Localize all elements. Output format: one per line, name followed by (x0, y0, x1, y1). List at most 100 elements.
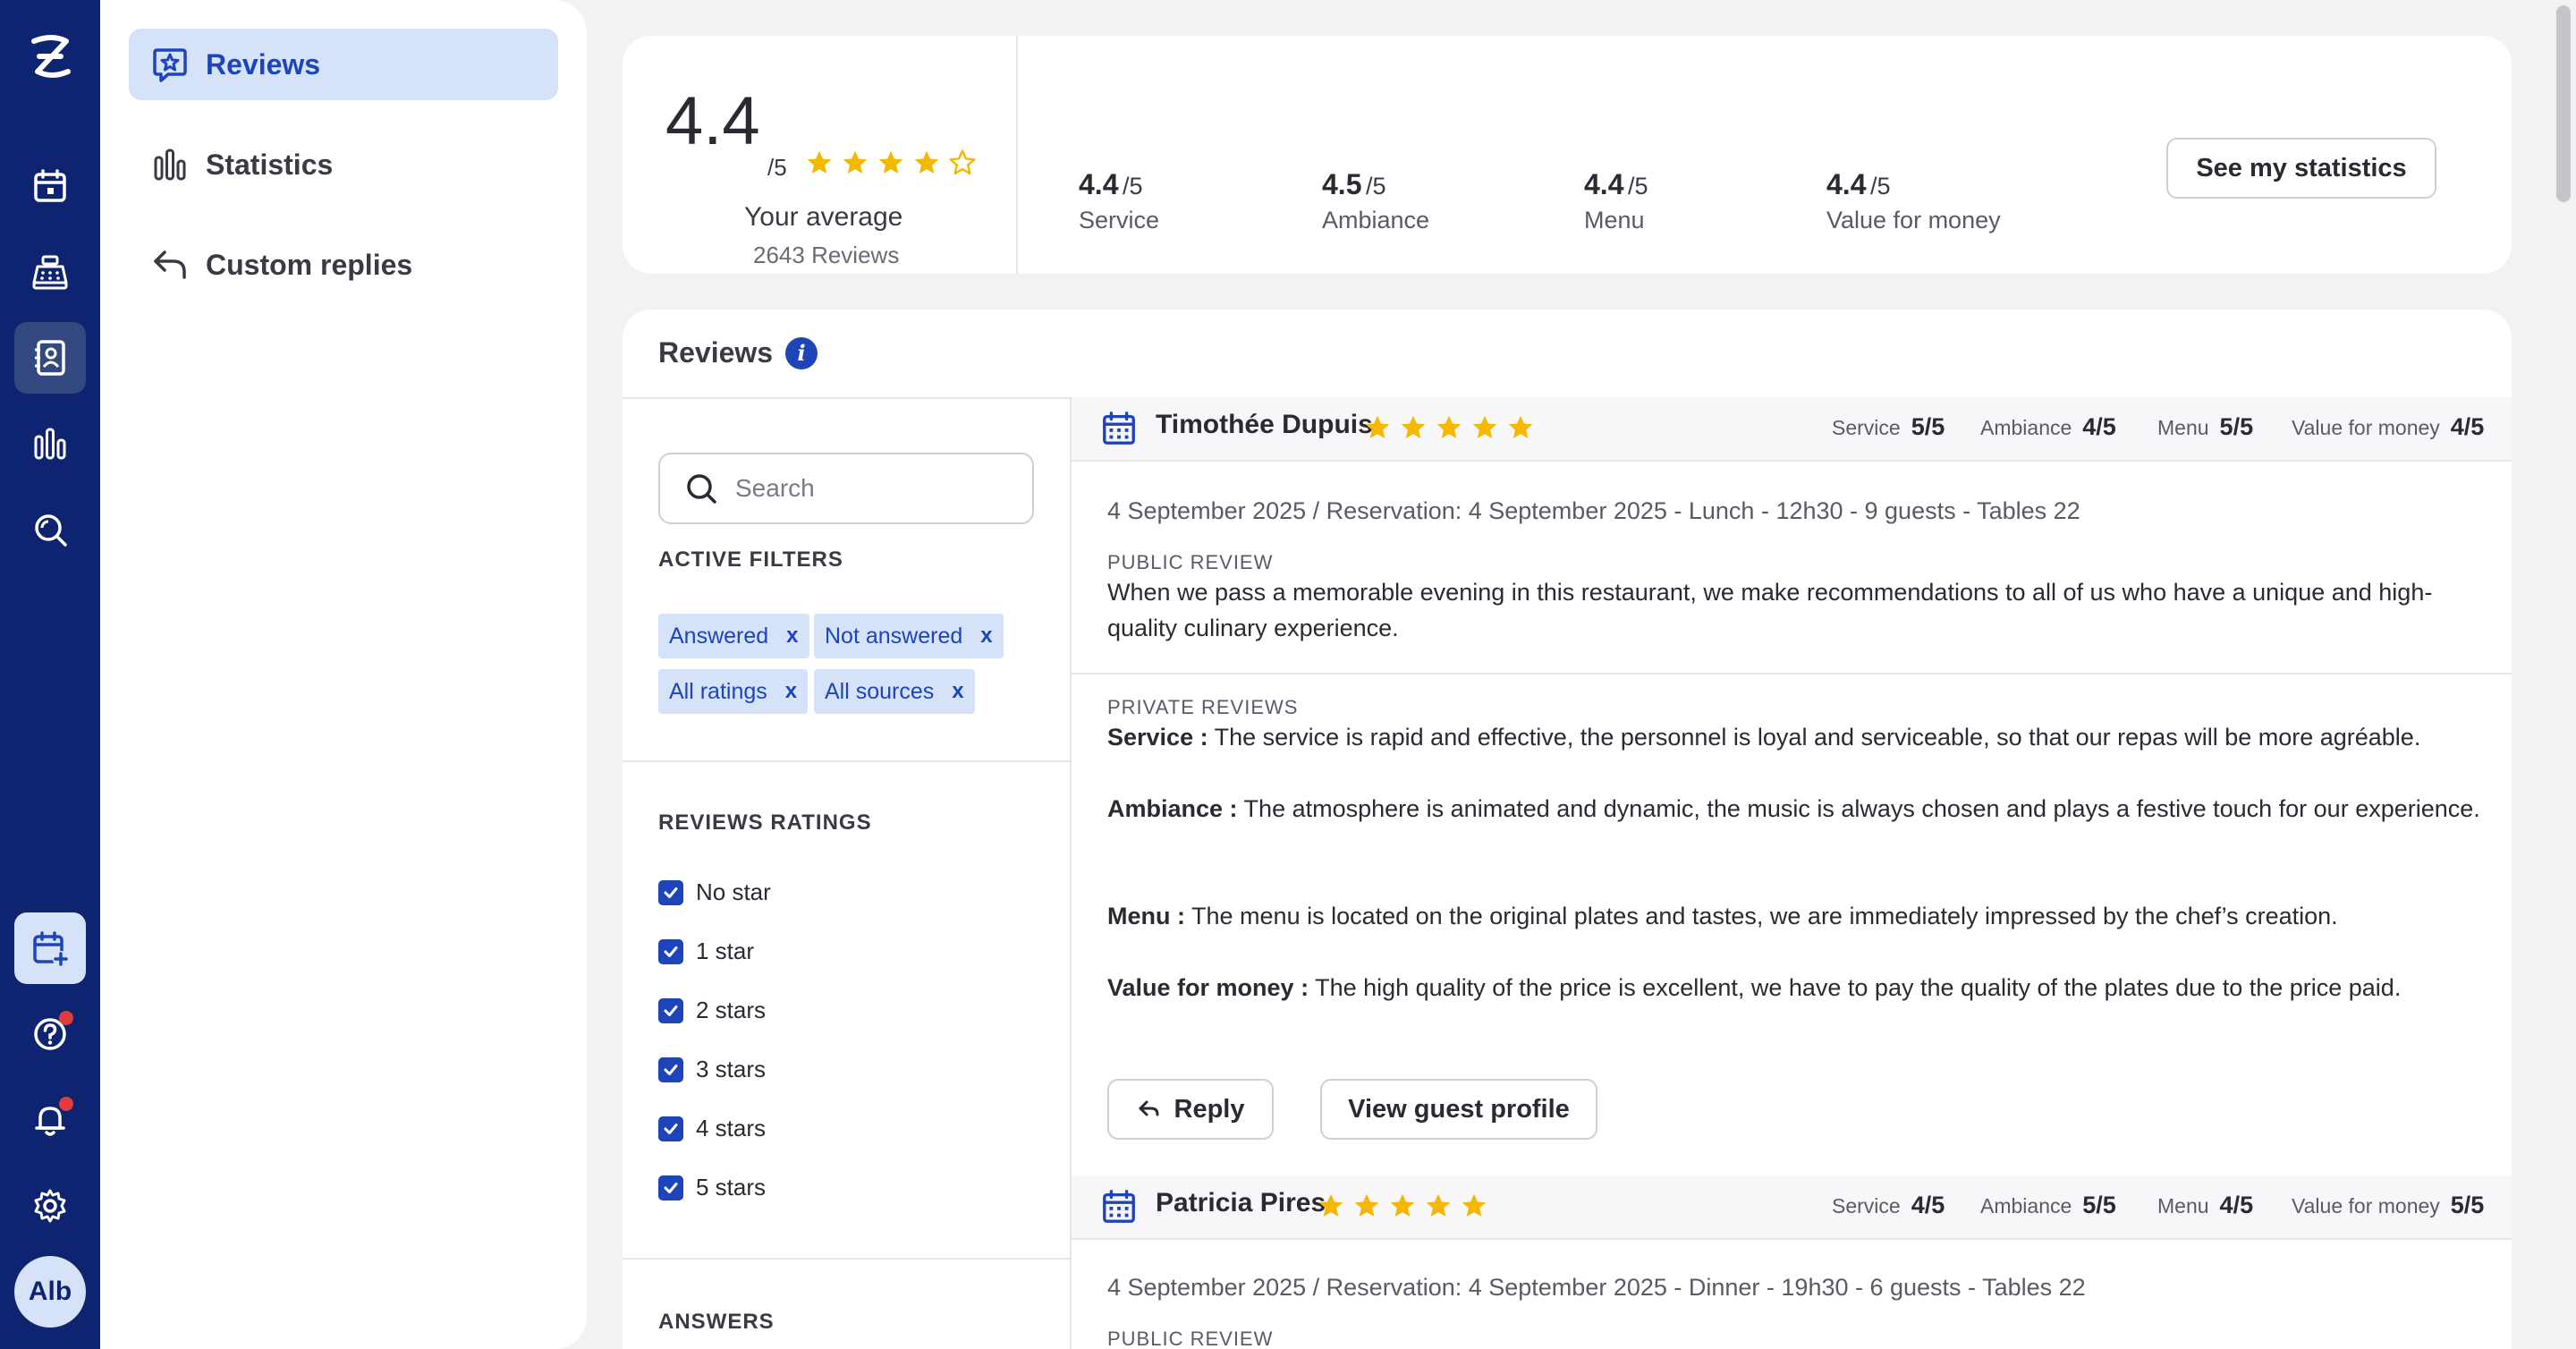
reviews-title: Reviews (658, 336, 774, 369)
check-icon (664, 1064, 678, 1075)
filters-divider (623, 760, 1070, 762)
reply-icon (154, 250, 186, 279)
average-label: Your average (744, 202, 903, 232)
private-label: Service : (1107, 724, 1208, 751)
rating-filter-option[interactable]: 5 stars (658, 1174, 766, 1201)
search-input[interactable]: Search (735, 474, 815, 503)
reviewer-name[interactable]: Patricia Pires (1156, 1188, 1326, 1218)
chip-label: Not answered (825, 623, 963, 649)
rating-filter-option[interactable]: 2 stars (658, 997, 766, 1024)
reply-button[interactable]: Reply (1107, 1079, 1274, 1140)
see-statistics-button[interactable]: See my statistics (2166, 138, 2436, 199)
metric-label: Ambiance (1322, 207, 1430, 233)
chip-label: Answered (669, 623, 769, 649)
metric-label: Value for money (1826, 207, 2001, 233)
criterion-value: 4/5 (2450, 413, 2485, 440)
subnav-item-statistics[interactable]: Statistics (129, 129, 558, 200)
review-criterion-service: Service 4/5 (1832, 1192, 1945, 1219)
rating-filter-option[interactable]: 3 stars (658, 1056, 766, 1083)
rail-new-booking-button[interactable] (14, 912, 86, 984)
rating-filter-label: 1 star (696, 938, 755, 964)
star-icon (807, 150, 832, 174)
private-text: The menu is located on the original plat… (1185, 903, 2338, 929)
checkbox-checked[interactable] (658, 1056, 683, 1082)
remove-filter-icon[interactable]: x (786, 624, 798, 649)
rating-filter-option[interactable]: 1 star (658, 938, 754, 965)
public-review-text: When we pass a memorable evening in this… (1107, 579, 2433, 641)
criterion-label: Service (1832, 416, 1901, 439)
private-review-service: Service : The service is rapid and effec… (1107, 719, 2485, 755)
checkbox-checked[interactable] (658, 997, 683, 1023)
reviews-card: Reviews i Search ACTIVE FILTERS Answered… (623, 310, 2512, 1349)
reviews-heading: Reviews i (658, 336, 818, 369)
review-criterion-value-for-money: Value for money 4/5 (2292, 413, 2484, 441)
info-icon[interactable]: i (785, 336, 818, 369)
rating-filter-label: No star (696, 878, 771, 905)
rail-guest-book-button[interactable] (14, 322, 86, 394)
bar-chart-icon (154, 148, 186, 181)
search-icon (687, 474, 716, 504)
cash-register-icon (32, 255, 68, 290)
rail-settings-button[interactable] (14, 1170, 86, 1242)
calendar-plus-icon (33, 931, 69, 967)
answers-heading: ANSWERS (658, 1310, 775, 1334)
rail-help-button[interactable] (14, 998, 86, 1070)
star-icon (1401, 415, 1426, 438)
reply-arrow-icon (1139, 1100, 1158, 1116)
rail-notifications-button[interactable] (14, 1084, 86, 1156)
page-scrollbar[interactable] (2549, 0, 2576, 1349)
subnav-item-custom-replies[interactable]: Custom replies (129, 229, 558, 301)
metric-menu: 4.4 /5 Menu (1584, 168, 1648, 234)
metric-value: 4.4 (1826, 168, 1867, 200)
remove-filter-icon[interactable]: x (980, 624, 992, 649)
review-search-box[interactable]: Search (658, 453, 1034, 524)
remove-filter-icon[interactable]: x (952, 679, 963, 704)
checkbox-checked[interactable] (658, 1116, 683, 1141)
private-label: Value for money : (1107, 974, 1309, 1001)
private-review-menu: Menu : The menu is located on the origin… (1107, 898, 2485, 934)
checkbox-checked[interactable] (658, 938, 683, 964)
metric-service: 4.4 /5 Service (1079, 168, 1159, 234)
star-icon (1365, 415, 1390, 438)
reply-label: Reply (1174, 1094, 1245, 1124)
star-icon (843, 150, 868, 174)
reviewer-name[interactable]: Timothée Dupuis (1156, 410, 1373, 440)
view-guest-profile-button[interactable]: View guest profile (1320, 1079, 1597, 1140)
average-out-of: /5 (767, 154, 787, 181)
rail-search-button[interactable] (14, 494, 86, 565)
active-filters-heading: ACTIVE FILTERS (658, 547, 843, 572)
rating-filter-label: 5 stars (696, 1174, 767, 1201)
logo-icon (31, 35, 71, 78)
criterion-label: Value for money (2292, 1194, 2440, 1217)
rating-filter-option[interactable]: No star (658, 878, 771, 906)
remove-filter-icon[interactable]: x (785, 679, 797, 704)
search-icon (35, 514, 67, 547)
criterion-label: Value for money (2292, 416, 2440, 439)
private-reviews-heading: PRIVATE REVIEWS (1107, 696, 1299, 718)
review-header-divider (1072, 460, 2512, 462)
rail-statistics-button[interactable] (14, 408, 86, 479)
check-icon (664, 1005, 678, 1016)
checkbox-checked[interactable] (658, 1175, 683, 1201)
guest-book-icon (35, 340, 65, 376)
metric-value: 4.4 (1079, 168, 1119, 200)
subnav-item-reviews[interactable]: Reviews (129, 29, 558, 100)
subnav-item-label: Statistics (206, 148, 334, 181)
calendar-icon (1103, 1190, 1135, 1223)
review-header-divider (1072, 1238, 2512, 1240)
rating-filter-option[interactable]: 4 stars (658, 1115, 766, 1142)
checkbox-checked[interactable] (658, 879, 683, 905)
filter-chip-not-answered: Not answered x (814, 614, 1004, 658)
rail-cash-register-button[interactable] (14, 236, 86, 308)
private-review-value-for-money: Value for money : The high quality of th… (1107, 970, 2485, 1005)
metric-value: 4.4 (1584, 168, 1624, 200)
app-logo[interactable] (25, 32, 75, 82)
rail-calendar-button[interactable] (14, 150, 86, 222)
metric-out-of: /5 (1365, 173, 1386, 199)
user-avatar[interactable]: Alb (14, 1256, 86, 1328)
chip-label: All sources (825, 678, 935, 704)
review-meta: 4 September 2025 / Reservation: 4 Septem… (1107, 1274, 2086, 1301)
scrollbar-thumb[interactable] (2556, 5, 2571, 202)
metric-out-of: /5 (1122, 173, 1143, 199)
private-label: Ambiance : (1107, 795, 1238, 822)
